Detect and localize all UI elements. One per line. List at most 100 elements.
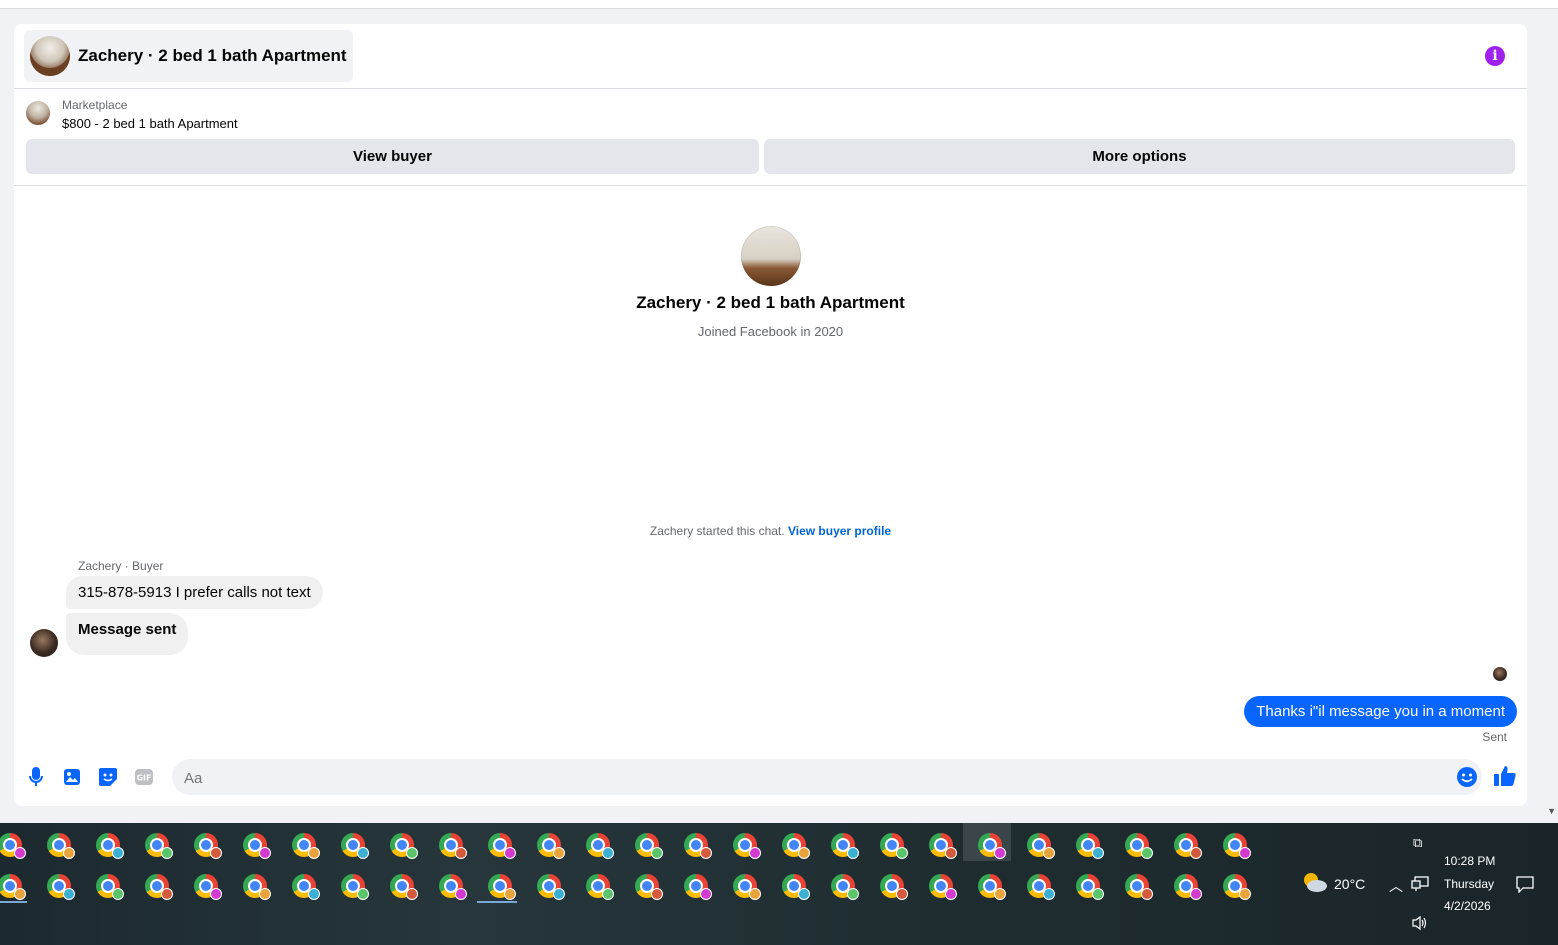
profile-badge-icon	[651, 847, 663, 859]
chat-title: Zachery · 2 bed 1 bath Apartment	[78, 46, 347, 65]
network-icon[interactable]	[1411, 876, 1429, 897]
chat-window: Zachery · 2 bed 1 bath Apartment i Marke…	[14, 24, 1527, 806]
profile-badge-icon	[1239, 888, 1251, 900]
profile-badge-icon	[1043, 847, 1055, 859]
profile-badge-icon	[847, 847, 859, 859]
profile-badge-icon	[308, 847, 320, 859]
chat-started-text: Zachery started this chat.	[649, 524, 785, 538]
notification-icon[interactable]	[1516, 875, 1534, 898]
profile-badge-icon	[406, 888, 418, 900]
svg-text:GIF: GIF	[136, 774, 151, 783]
seen-avatar	[1493, 667, 1507, 681]
thumbs-up-icon[interactable]	[1493, 764, 1517, 788]
view-buyer-profile-link[interactable]: View buyer profile	[788, 524, 891, 538]
profile-badge-icon	[602, 888, 614, 900]
profile-badge-icon	[553, 888, 565, 900]
profile-name: Zachery · 2 bed 1 bath Apartment	[636, 293, 905, 312]
clock-date[interactable]: 4/2/2026	[1444, 899, 1491, 913]
volume-icon[interactable]	[1411, 915, 1429, 936]
profile-badge-icon	[994, 888, 1006, 900]
profile-badge-icon	[700, 888, 712, 900]
sender-avatar[interactable]	[30, 629, 58, 657]
chat-header: Zachery · 2 bed 1 bath Apartment i	[14, 24, 1527, 89]
chevron-up-icon[interactable]: ︿	[1389, 876, 1403, 896]
emoji-icon[interactable]	[1456, 766, 1478, 788]
profile-badge-icon	[1141, 847, 1153, 859]
profile-badge-icon	[63, 847, 75, 859]
browser-top-strip	[0, 0, 1558, 9]
profile-badge-icon	[1239, 847, 1251, 859]
profile-badge-icon	[308, 888, 320, 900]
profile-badge-icon	[994, 847, 1006, 859]
profile-badge-icon	[14, 847, 26, 859]
profile-badge-icon	[161, 847, 173, 859]
profile-badge-icon	[161, 888, 173, 900]
profile-badge-icon	[602, 847, 614, 859]
profile-badge-icon	[847, 888, 859, 900]
listing-thumbnail[interactable]	[26, 101, 50, 125]
profile-badge-icon	[945, 847, 957, 859]
profile-badge-icon	[210, 847, 222, 859]
profile-badge-icon	[112, 888, 124, 900]
taskbar: ⧉ 20°C ︿ 10:28 PM Thursday 4/2/2026	[0, 823, 1558, 945]
profile-badge-icon	[504, 847, 516, 859]
profile-badge-icon	[210, 888, 222, 900]
sticker-icon[interactable]	[97, 766, 119, 788]
profile-badge-icon	[1190, 888, 1202, 900]
outgoing-message[interactable]: Thanks i"il message you in a moment	[1244, 696, 1517, 727]
profile-badge-icon	[651, 888, 663, 900]
profile-badge-icon	[749, 888, 761, 900]
listing-title[interactable]: $800 - 2 bed 1 bath Apartment	[62, 116, 238, 131]
scroll-down-arrow[interactable]: ▼	[1547, 806, 1556, 816]
profile-badge-icon	[700, 847, 712, 859]
listing-kicker: Marketplace	[62, 98, 128, 112]
incoming-message[interactable]: 315-878-5913 I prefer calls not text	[66, 576, 323, 609]
meet-now-icon[interactable]: ⧉	[1413, 835, 1422, 851]
profile-badge-icon	[357, 847, 369, 859]
profile-badge-icon	[896, 847, 908, 859]
incoming-message[interactable]: Message sent	[66, 613, 189, 655]
weather-temperature[interactable]: 20°C	[1334, 876, 1365, 892]
profile-badge-icon	[63, 888, 75, 900]
clock-day[interactable]: Thursday	[1444, 877, 1494, 891]
profile-avatar[interactable]	[741, 226, 801, 286]
profile-badge-icon	[798, 888, 810, 900]
listing-summary: Marketplace $800 - 2 bed 1 bath Apartmen…	[14, 89, 1527, 186]
info-icon[interactable]: i	[1485, 46, 1505, 66]
profile-badge-icon	[112, 847, 124, 859]
profile-badge-icon	[1092, 847, 1104, 859]
weather-icon[interactable]	[1302, 871, 1328, 893]
gif-icon[interactable]: GIF	[133, 766, 155, 788]
taskbar-running-indicator	[0, 901, 27, 903]
profile-badge-icon	[504, 888, 516, 900]
profile-badge-icon	[1092, 888, 1104, 900]
clock-time[interactable]: 10:28 PM	[1444, 854, 1495, 868]
profile-badge-icon	[896, 888, 908, 900]
image-icon[interactable]	[61, 766, 83, 788]
microphone-icon[interactable]	[25, 766, 47, 788]
more-options-button[interactable]: More options	[764, 139, 1515, 174]
profile-badge-icon	[455, 888, 467, 900]
profile-badge-icon	[749, 847, 761, 859]
profile-badge-icon	[259, 888, 271, 900]
profile-badge-icon	[406, 847, 418, 859]
profile-badge-icon	[1043, 888, 1055, 900]
message-input[interactable]	[182, 759, 1446, 797]
profile-badge-icon	[553, 847, 565, 859]
view-buyer-button[interactable]: View buyer	[26, 139, 759, 174]
profile-badge-icon	[1141, 888, 1153, 900]
sender-label: Zachery · Buyer	[78, 559, 164, 573]
profile-badge-icon	[455, 847, 467, 859]
sent-status: Sent	[1482, 730, 1507, 744]
profile-badge-icon	[259, 847, 271, 859]
listing-avatar	[30, 36, 70, 76]
profile-badge-icon	[14, 888, 26, 900]
chat-started-notice: Zachery started this chat. View buyer pr…	[14, 524, 1527, 538]
profile-badge-icon	[945, 888, 957, 900]
chat-title-button[interactable]: Zachery · 2 bed 1 bath Apartment	[24, 30, 353, 82]
profile-badge-icon	[798, 847, 810, 859]
profile-badge-icon	[357, 888, 369, 900]
profile-joined: Joined Facebook in 2020	[697, 324, 844, 339]
taskbar-running-indicator	[477, 901, 517, 903]
message-input-container	[172, 759, 1482, 797]
